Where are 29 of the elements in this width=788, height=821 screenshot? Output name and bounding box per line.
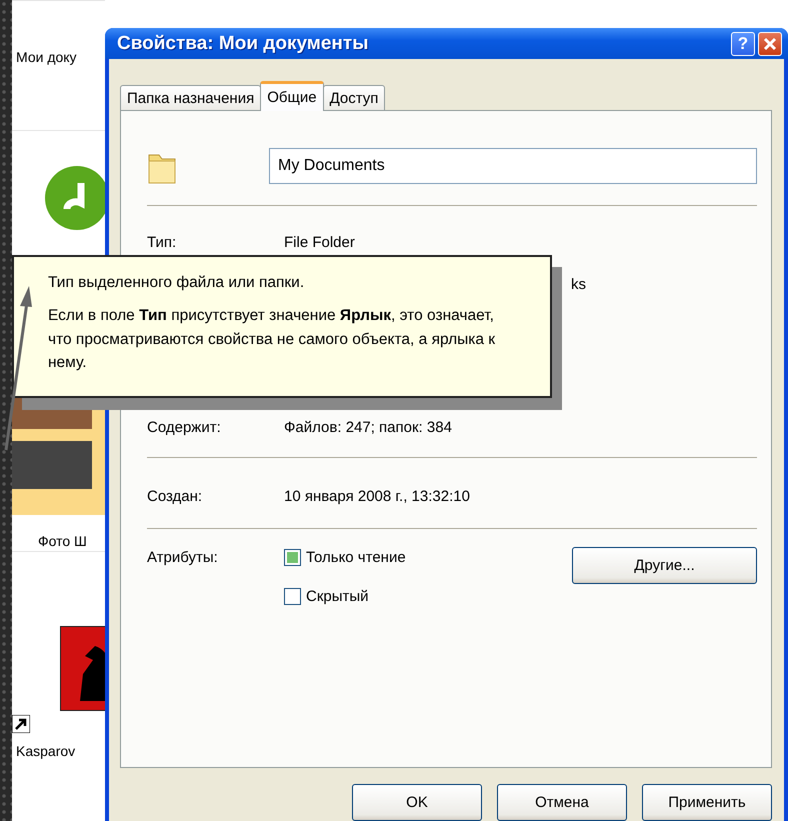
field-label: Содержит:: [147, 418, 222, 436]
tooltip-text: Тип выделенного файла или папки.: [48, 273, 306, 293]
name-input[interactable]: My Documents: [269, 148, 757, 184]
tab[interactable]: Общие: [260, 81, 324, 111]
field-value: File Folder: [284, 234, 355, 250]
close-icon: [763, 36, 777, 50]
other-attributes-button[interactable]: Другие...: [572, 547, 757, 584]
checkbox-label: Только чтение: [306, 549, 406, 566]
field-label: Создан:: [147, 488, 204, 504]
field-value: Файлов: 247; папок: 384: [284, 418, 452, 436]
tooltip-text: Если в поле Тип присутствует значение Ярлык, это означает, что просматриваются свойства не самого объекта, а ярлыка к нему.: [48, 306, 496, 373]
field-label: Тип:: [147, 234, 178, 250]
file-name: Kasparov: [15, 743, 76, 759]
covered-text: ks: [571, 276, 586, 293]
field-value: 10 января 2008 г., 13:32:10: [284, 488, 470, 504]
checkbox[interactable]: [284, 588, 301, 605]
file-name: Фото Ш: [37, 533, 87, 549]
file-name: Мои доку: [15, 49, 77, 65]
window-title: Свойства: Мои документы: [117, 32, 370, 54]
help-button[interactable]: ?: [731, 32, 755, 56]
dialog-button[interactable]: OK: [352, 784, 482, 821]
dialog-button[interactable]: Отмена: [497, 784, 627, 821]
field-label: Атрибуты:: [147, 549, 219, 566]
close-button[interactable]: [758, 32, 782, 56]
tab[interactable]: Доступ: [322, 85, 386, 111]
dialog-button[interactable]: Применить: [642, 784, 772, 821]
tab[interactable]: Папка назначения: [120, 85, 262, 111]
checkbox[interactable]: [284, 549, 301, 566]
checkbox-label: Скрытый: [306, 588, 369, 605]
